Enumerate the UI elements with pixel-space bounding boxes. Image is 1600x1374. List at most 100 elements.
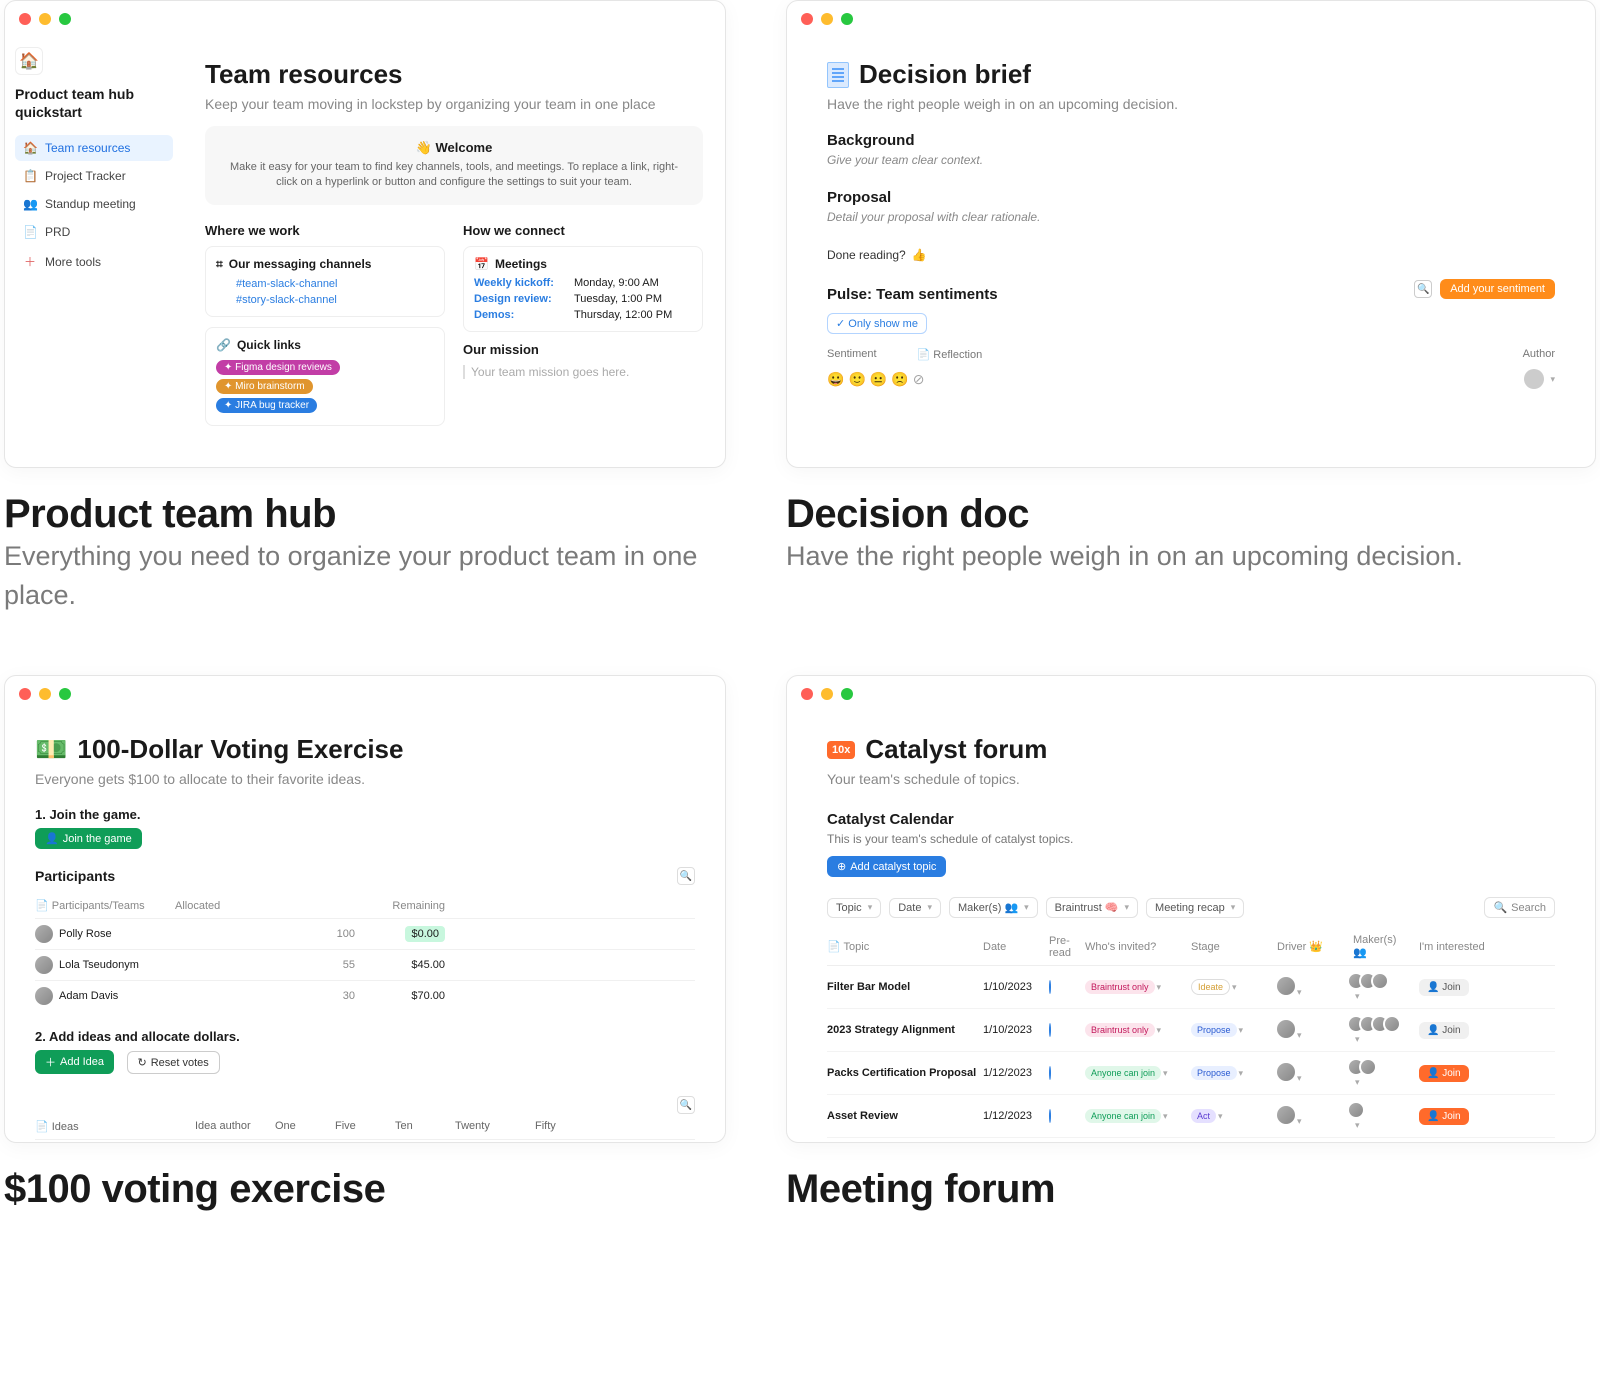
minimize-icon[interactable] [39,688,51,700]
sidebar-item-project-tracker[interactable]: 📋Project Tracker [15,163,173,189]
topic-name: Asset Review [827,1110,977,1122]
thumbs-up-icon[interactable]: 👍 [912,248,927,262]
stage-pill[interactable]: Ideate [1191,979,1230,995]
page-subtitle: Your team's schedule of topics. [827,771,1555,787]
close-icon[interactable] [801,13,813,25]
col-sentiment: Sentiment [827,348,877,361]
topic-row[interactable]: Filter Bar Model1/10/2023Braintrust only… [827,966,1555,1009]
col-preread: Pre-read [1049,935,1079,959]
chevron-down-icon[interactable]: ▾ [1550,374,1555,385]
card-title: $100 voting exercise [4,1167,726,1212]
proposal-placeholder[interactable]: Detail your proposal with clear rational… [827,210,1555,224]
col-stage: Stage [1191,941,1271,953]
background-heading: Background [827,132,1555,149]
add-sentiment-button[interactable]: Add your sentiment [1440,279,1555,299]
slack-channel-link[interactable]: #team-slack-channel [236,278,434,290]
calendar-heading: Catalyst Calendar [827,811,1555,828]
col-interested: I'm interested [1419,941,1489,953]
topic-row[interactable]: Packs Certification Proposal1/12/2023Any… [827,1052,1555,1095]
globe-icon[interactable] [1049,980,1051,994]
filter-date[interactable]: Date▾ [889,898,941,918]
home-icon: 🏠 [23,141,37,155]
driver-avatar [1277,1020,1295,1038]
minimize-icon[interactable] [821,13,833,25]
filter-makers[interactable]: Maker(s) 👥▾ [949,897,1038,918]
sentiment-emoji[interactable]: ⊘ [913,371,925,388]
col-one: One [275,1120,335,1133]
globe-icon[interactable] [1049,1023,1051,1037]
col-author: Author [1523,348,1555,361]
who-invited-pill[interactable]: Braintrust only [1085,980,1155,994]
sentiment-emoji[interactable]: 😐 [870,371,887,388]
sidebar-item-standup[interactable]: 👥Standup meeting [15,191,173,217]
topic-row[interactable]: Feedback on UX flows1/17/2023Anyone can … [827,1138,1555,1143]
close-icon[interactable] [801,688,813,700]
stage-pill[interactable]: Act [1191,1109,1216,1123]
topic-row[interactable]: 2023 Strategy Alignment1/10/2023Braintru… [827,1009,1555,1052]
search-button[interactable]: 🔍 [1414,280,1432,298]
mission-input[interactable]: Your team mission goes here. [463,365,703,379]
doc-icon: 📄 [23,225,37,239]
filter-braintrust[interactable]: Braintrust 🧠▾ [1046,897,1138,918]
who-invited-pill[interactable]: Anyone can join [1085,1109,1161,1123]
sentiment-emoji[interactable]: 🙁 [891,371,908,388]
sidebar-item-prd[interactable]: 📄PRD [15,219,173,245]
participant-row[interactable]: Lola Tseudonym55$45.00 [35,949,695,980]
add-catalyst-topic-button[interactable]: ⊕Add catalyst topic [827,856,946,877]
idea-row[interactable]: Mobile app design ▾ 💵 💵 💵 💵 💵 [35,1139,695,1143]
maximize-icon[interactable] [59,688,71,700]
sentiment-emoji[interactable]: 😀 [827,371,844,388]
page-title: Team resources [205,59,703,90]
money-icon: 💵 [35,734,67,765]
join-button[interactable]: 👤 Join [1419,979,1469,996]
quick-link-miro[interactable]: ✦ Miro brainstorm [216,379,313,394]
window-chrome [5,676,725,712]
join-game-button[interactable]: 👤Join the game [35,828,142,849]
sentiment-emoji[interactable]: 🙂 [848,371,865,388]
quick-link-jira[interactable]: ✦ JIRA bug tracker [216,398,317,413]
who-invited-pill[interactable]: Anyone can join [1085,1066,1161,1080]
author-avatar[interactable] [1524,369,1544,389]
globe-icon[interactable] [1049,1109,1051,1123]
search-button[interactable]: 🔍 [677,1096,695,1114]
maximize-icon[interactable] [841,13,853,25]
reset-votes-button[interactable]: ↻ Reset votes [127,1051,220,1074]
only-show-me-toggle[interactable]: ✓ Only show me [827,313,927,334]
col-remaining: Remaining [355,900,445,912]
slack-icon: ⌗ [216,257,223,272]
globe-icon[interactable] [1049,1066,1051,1080]
sidebar-item-team-resources[interactable]: 🏠Team resources [15,135,173,161]
link-icon: 🔗 [216,338,231,352]
page-title: 10xCatalyst forum [827,734,1555,765]
join-button[interactable]: 👤 Join [1419,1108,1469,1125]
join-button[interactable]: 👤 Join [1419,1065,1469,1082]
main-content: Team resources Keep your team moving in … [183,37,725,468]
filter-topic[interactable]: Topic▾ [827,898,881,918]
quick-link-figma[interactable]: ✦ Figma design reviews [216,360,340,375]
search-button[interactable]: 🔍 [677,867,695,885]
close-icon[interactable] [19,13,31,25]
maker-avatars [1353,1101,1413,1119]
close-icon[interactable] [19,688,31,700]
stage-pill[interactable]: Propose [1191,1066,1237,1080]
join-button[interactable]: 👤 Join [1419,1022,1469,1039]
search-input[interactable]: 🔍Search [1484,897,1555,918]
sidebar-item-more-tools[interactable]: ＋More tools [15,247,173,276]
participant-row[interactable]: Adam Davis30$70.00 [35,980,695,1011]
who-invited-pill[interactable]: Braintrust only [1085,1023,1155,1037]
background-placeholder[interactable]: Give your team clear context. [827,153,1555,167]
maximize-icon[interactable] [59,13,71,25]
maximize-icon[interactable] [841,688,853,700]
minimize-icon[interactable] [39,13,51,25]
participant-row[interactable]: Polly Rose100$0.00 [35,918,695,949]
stage-pill[interactable]: Propose [1191,1023,1237,1037]
slack-channel-link[interactable]: #story-slack-channel [236,294,434,306]
add-idea-button[interactable]: ＋ Add Idea [35,1050,114,1074]
topic-row[interactable]: Asset Review1/12/2023Anyone can join▾Act… [827,1095,1555,1138]
col-twenty: Twenty [455,1120,535,1133]
topic-name: Packs Certification Proposal [827,1067,977,1079]
minimize-icon[interactable] [821,688,833,700]
voting-exercise-window: 💵100-Dollar Voting Exercise Everyone get… [4,675,726,1143]
doc-icon [827,62,849,88]
filter-meeting-recap[interactable]: Meeting recap▾ [1146,898,1244,918]
